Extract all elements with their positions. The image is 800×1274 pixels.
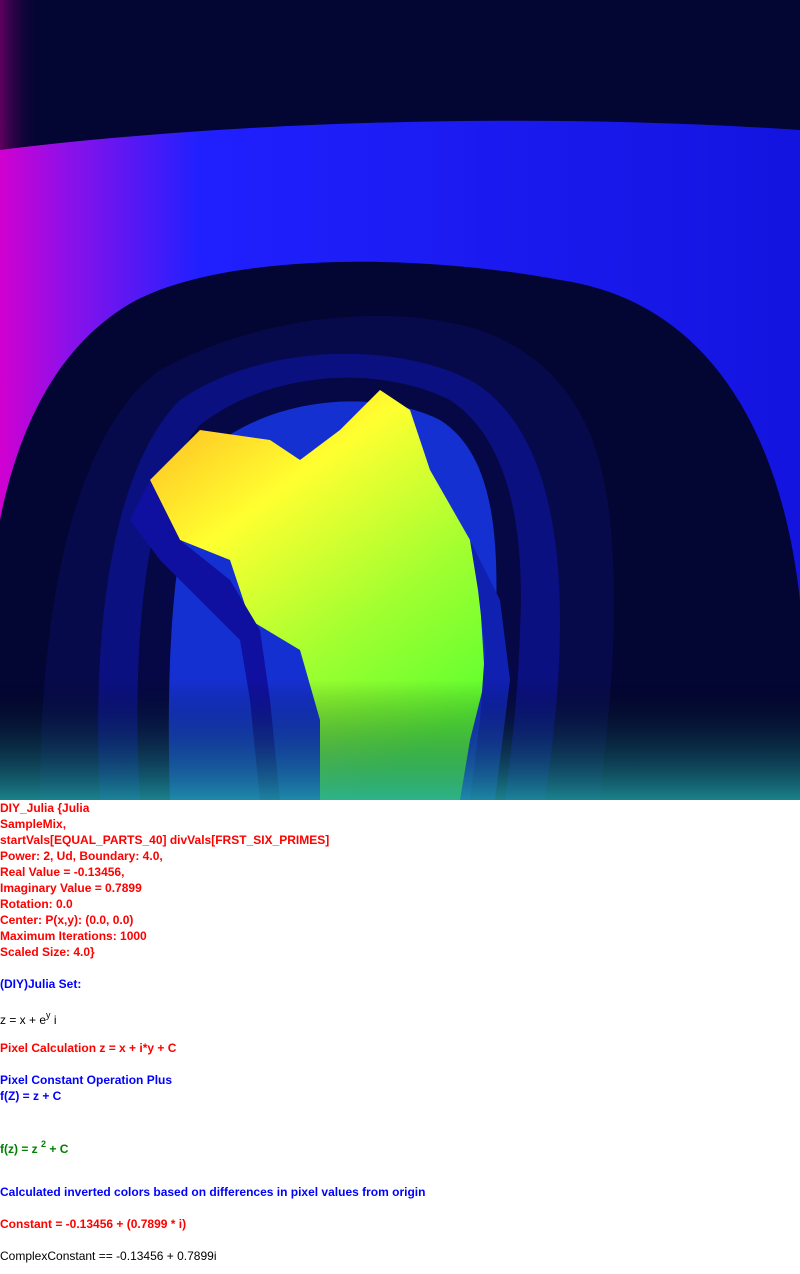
param-line: SampleMix, — [0, 817, 67, 831]
param-line: Maximum Iterations: 1000 — [0, 929, 147, 943]
param-line: Real Value = -0.13456, — [0, 865, 125, 879]
fz-formula: f(Z) = z + C — [0, 1089, 62, 1103]
formula-z-prefix: z = x + e — [0, 1013, 47, 1027]
param-line: startVals[EQUAL_PARTS_40] divVals[FRST_S… — [0, 833, 330, 847]
fz2-suffix: + C — [46, 1142, 69, 1156]
formula-z-suffix: i — [50, 1013, 57, 1027]
param-line: Imaginary Value = 0.7899 — [0, 881, 142, 895]
set-name-label: (DIY)Julia Set: — [0, 977, 82, 991]
inverted-colors-note: Calculated inverted colors based on diff… — [0, 1185, 426, 1199]
fractal-image — [0, 0, 800, 800]
formula-z: z = x + ey i — [0, 1011, 800, 1028]
param-line: DIY_Julia {Julia — [0, 801, 90, 815]
pixel-constant-operation-label: Pixel Constant Operation Plus — [0, 1073, 173, 1087]
fz2-prefix: f(z) = z — [0, 1142, 41, 1156]
fractal-bottom-fade — [0, 0, 800, 800]
param-line: Center: P(x,y): (0.0, 0.0) — [0, 913, 134, 927]
pixel-calculation-label: Pixel Calculation z = x + i*y + C — [0, 1041, 177, 1055]
param-line: Rotation: 0.0 — [0, 897, 73, 911]
param-line: Power: 2, Ud, Boundary: 4.0, — [0, 849, 163, 863]
complex-constant-label: ComplexConstant == -0.13456 + 0.7899i — [0, 1249, 217, 1263]
fz-squared-formula: f(z) = z 2 + C — [0, 1140, 800, 1157]
parameters-panel: DIY_Julia {Julia SampleMix, startVals[EQ… — [0, 800, 800, 1264]
constant-label: Constant = -0.13456 + (0.7899 * i) — [0, 1217, 187, 1231]
param-line: Scaled Size: 4.0} — [0, 945, 95, 959]
